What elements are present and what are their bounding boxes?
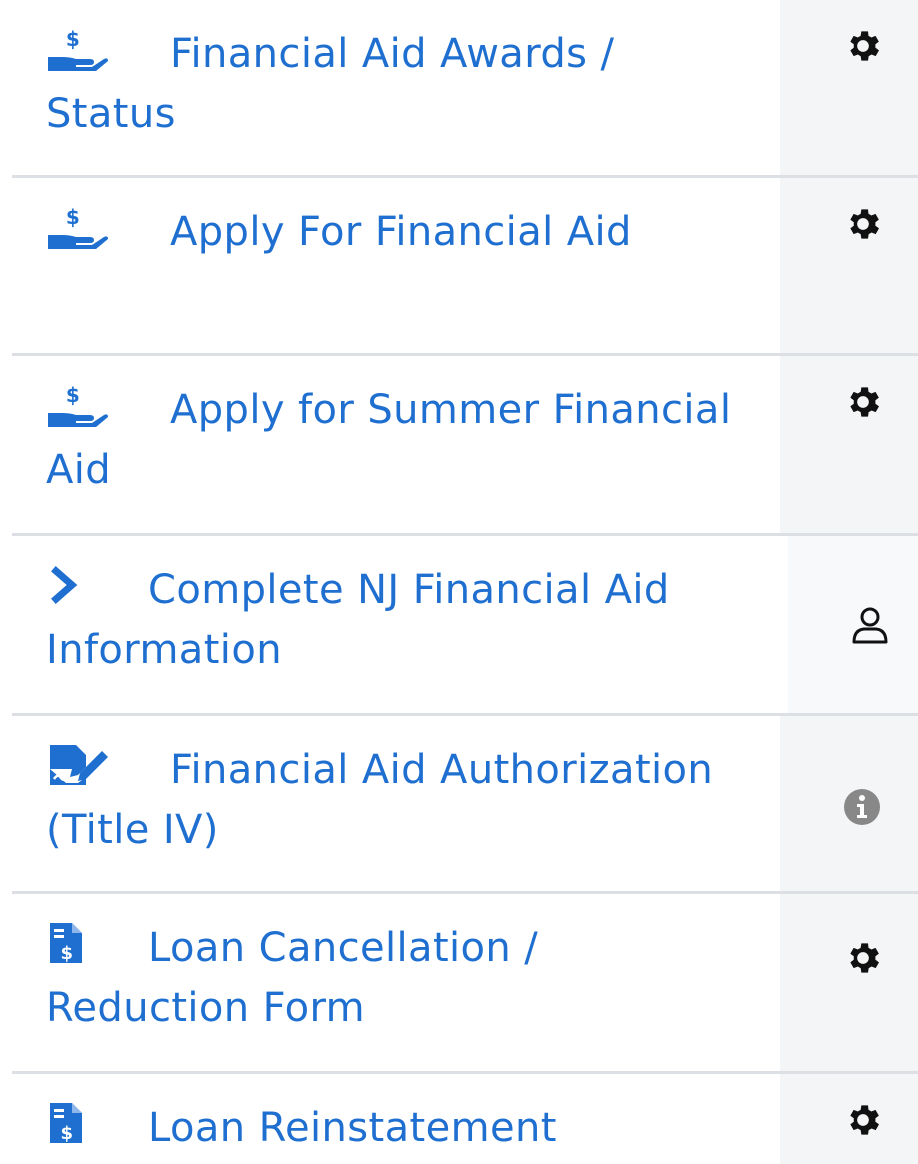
menu-item-loan-cancellation-reduction-form[interactable]: $ Loan Cancellation / Reduction Form (12, 894, 918, 1071)
menu-item-label: Loan Cancellation / Reduction Form (46, 925, 539, 1031)
gear-icon[interactable] (843, 26, 883, 66)
menu-item-link[interactable]: $ Loan Reinstatement (12, 1074, 780, 1164)
menu-item-apply-for-summer-financial-aid[interactable]: $ Apply for Summer Financial Aid (12, 356, 918, 533)
svg-text:$: $ (66, 383, 80, 407)
gear-icon[interactable] (843, 938, 883, 978)
menu-item-link[interactable]: Financial Aid Authorization (Title IV) (12, 716, 780, 891)
menu-item-side (780, 356, 918, 533)
user-icon[interactable] (850, 606, 890, 646)
gear-icon[interactable] (843, 382, 883, 422)
hand-holding-dollar-icon: $ (46, 205, 108, 249)
menu-item-label: Apply for Summer Financial Aid (46, 387, 732, 493)
menu-item-complete-nj-financial-aid-information[interactable]: Complete NJ Financial Aid Information (12, 536, 918, 713)
svg-text:$: $ (66, 27, 80, 51)
menu-item-side (780, 178, 918, 353)
financial-aid-menu: $ Financial Aid Awards / Status $ Apply … (0, 0, 918, 1164)
menu-item-link[interactable]: $ Loan Cancellation / Reduction Form (12, 894, 780, 1071)
menu-item-label: Financial Aid Authorization (Title IV) (46, 747, 714, 853)
gear-icon[interactable] (843, 1100, 883, 1140)
menu-item-link[interactable]: $ Apply for Summer Financial Aid (12, 356, 780, 533)
menu-item-financial-aid-authorization[interactable]: Financial Aid Authorization (Title IV) (12, 716, 918, 891)
menu-item-side (788, 536, 918, 713)
menu-item-link[interactable]: $ Financial Aid Awards / Status (12, 0, 780, 175)
menu-item-label: Loan Reinstatement (148, 1105, 557, 1151)
menu-item-financial-aid-awards-status[interactable]: $ Financial Aid Awards / Status (12, 0, 918, 175)
menu-item-side (780, 1074, 918, 1164)
menu-item-side (780, 894, 918, 1071)
menu-item-link[interactable]: $ Apply For Financial Aid (12, 178, 780, 353)
hand-holding-dollar-icon: $ (46, 27, 108, 71)
menu-item-side (780, 716, 918, 891)
gear-icon[interactable] (843, 204, 883, 244)
info-circle-icon[interactable] (843, 788, 881, 826)
menu-item-label: Complete NJ Financial Aid Information (46, 567, 670, 673)
svg-text:$: $ (61, 1123, 74, 1144)
menu-item-apply-for-financial-aid[interactable]: $ Apply For Financial Aid (12, 178, 918, 353)
menu-item-link[interactable]: Complete NJ Financial Aid Information (12, 536, 788, 713)
hand-holding-dollar-icon: $ (46, 383, 108, 427)
menu-item-side (780, 0, 918, 175)
menu-item-loan-reinstatement[interactable]: $ Loan Reinstatement (12, 1074, 918, 1164)
svg-text:$: $ (61, 943, 74, 964)
svg-text:$: $ (66, 205, 80, 229)
file-invoice-dollar-icon: $ (46, 921, 86, 965)
file-signature-icon (46, 743, 108, 787)
file-invoice-dollar-icon: $ (46, 1101, 86, 1145)
menu-item-label: Apply For Financial Aid (170, 209, 632, 255)
menu-item-label: Financial Aid Awards / Status (46, 31, 615, 137)
chevron-right-icon (46, 563, 86, 607)
